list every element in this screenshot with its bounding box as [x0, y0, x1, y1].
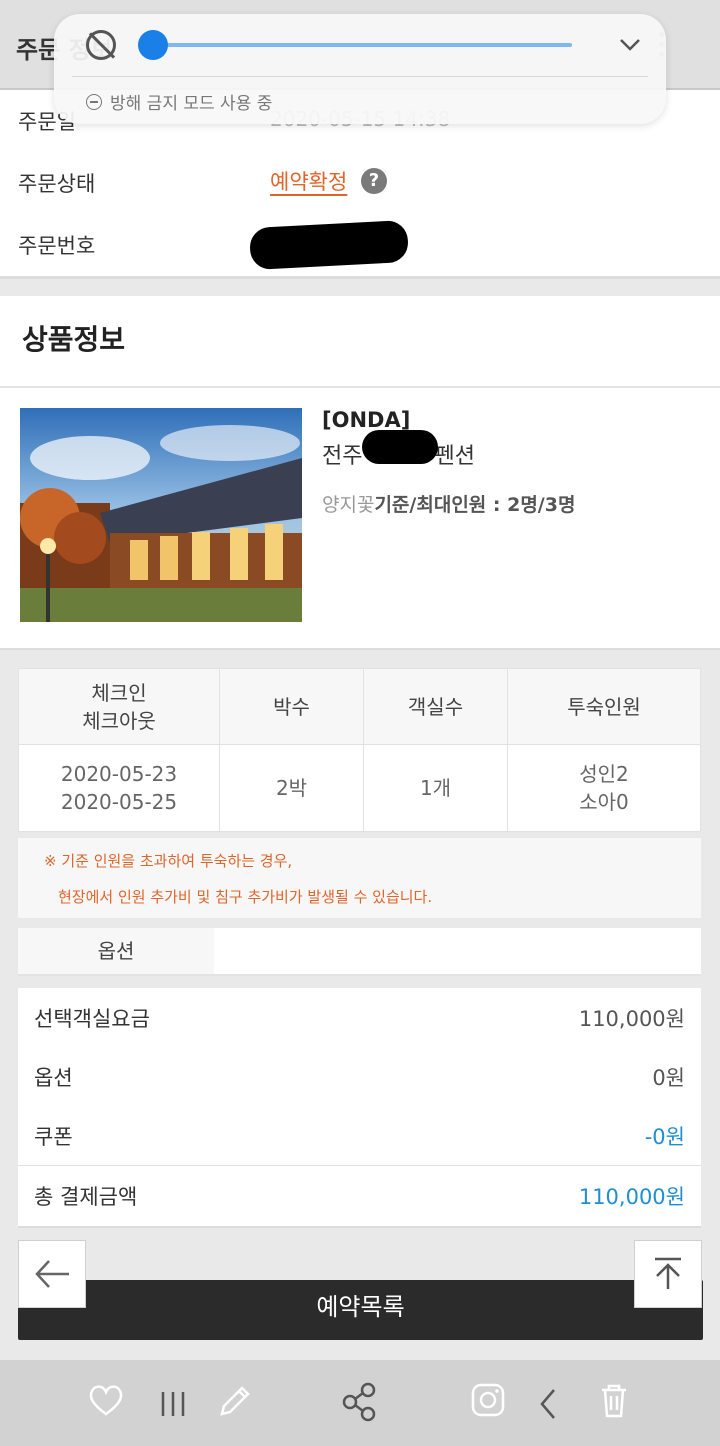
coupon-value: -0원: [644, 1125, 685, 1149]
option-price-label: 옵션: [34, 1066, 73, 1090]
arrow-left-icon: [35, 1260, 69, 1288]
reservation-list-button[interactable]: 예약목록: [18, 1280, 703, 1340]
instagram-icon[interactable]: [468, 1378, 508, 1422]
checkin-date: 2020-05-23: [60, 762, 178, 786]
table-row: 2020-05-23 2020-05-25 2박 1개 성인2 소아0: [18, 744, 701, 832]
share-icon[interactable]: [338, 1378, 382, 1422]
edit-pencil-icon[interactable]: [214, 1378, 254, 1422]
volume-slider-thumb[interactable]: [138, 30, 168, 60]
redaction-mark: [249, 219, 409, 271]
total-value: 110,000원: [578, 1185, 685, 1209]
product-name-suffix: 펜션: [434, 444, 475, 469]
product-section-title: 상품정보: [22, 323, 126, 356]
order-number-label: 주문번호: [18, 234, 96, 258]
table-header-checkin: 체크인 체크아웃: [18, 668, 220, 745]
dnd-divider: [72, 76, 648, 77]
rooms-cell: 1개: [363, 744, 508, 832]
reservation-list-label: 예약목록: [316, 1293, 405, 1321]
header-guests: 투숙인원: [507, 668, 701, 745]
back-button[interactable]: [18, 1240, 86, 1308]
coupon-label: 쿠폰: [34, 1125, 73, 1149]
chevron-down-icon[interactable]: [618, 32, 642, 62]
notice-line-1: ※ 기준 인원을 초과하여 투숙하는 경우,: [44, 852, 293, 870]
total-divider: [18, 1165, 701, 1166]
dnd-minus-icon: [86, 94, 102, 110]
redaction-mark: [362, 430, 438, 464]
heart-icon[interactable]: [86, 1378, 126, 1422]
children-count: 소아0: [579, 790, 629, 814]
order-status-label: 주문상태: [18, 172, 96, 196]
dnd-icon[interactable]: [86, 30, 116, 60]
guests-cell: 성인2 소아0: [507, 744, 701, 832]
help-icon[interactable]: ?: [361, 168, 387, 194]
dates-cell: 2020-05-23 2020-05-25: [18, 744, 220, 832]
bottom-toolbar: [0, 1360, 720, 1446]
arrow-up-icon: [655, 1257, 681, 1289]
product-card[interactable]: [ONDA] 전주 펜션 양지꽃기준/최대인원 : 2명/3명: [0, 388, 720, 650]
order-status-link[interactable]: 예약확정: [270, 166, 347, 196]
recent-apps-icon[interactable]: [156, 1378, 190, 1422]
room-price-label: 선택객실요금: [34, 1007, 150, 1031]
notice-line-2: 현장에서 인원 추가비 및 침구 추가비가 발생될 수 있습니다.: [58, 888, 433, 906]
option-row: 옵션: [18, 928, 701, 976]
booking-table: 체크인 체크아웃 박수 객실수 투숙인원 2020-05-23 2020-05-…: [18, 668, 701, 832]
scroll-top-button[interactable]: [634, 1240, 702, 1308]
back-chevron-icon[interactable]: [532, 1378, 564, 1422]
adults-count: 성인2: [579, 762, 629, 786]
header-checkin: 체크인: [91, 680, 147, 705]
header-checkout: 체크아웃: [82, 708, 156, 733]
product-info-header: 상품정보: [0, 296, 720, 388]
product-name-prefix: 전주: [322, 444, 363, 469]
product-brand: [ONDA]: [322, 408, 411, 432]
product-photo: [20, 408, 302, 622]
nights-cell: 2박: [219, 744, 364, 832]
header-nights: 박수: [219, 668, 364, 745]
notice-box: ※ 기준 인원을 초과하여 투숙하는 경우, 현장에서 인원 추가비 및 침구 …: [18, 838, 701, 918]
checkout-date: 2020-05-25: [60, 790, 178, 814]
volume-slider-track[interactable]: [152, 43, 572, 47]
option-price-value: 0원: [652, 1066, 685, 1090]
price-summary: 선택객실요금 110,000원 옵션 0원 쿠폰 -0원 총 결제금액 110,…: [18, 988, 701, 1228]
room-info: 양지꽃기준/최대인원 : 2명/3명: [322, 490, 575, 517]
total-label: 총 결제금액: [34, 1185, 138, 1209]
room-price-value: 110,000원: [578, 1007, 685, 1031]
trash-icon[interactable]: [596, 1378, 632, 1422]
dnd-status-text: 방해 금지 모드 사용 중: [86, 89, 272, 114]
option-label: 옵션: [18, 928, 214, 974]
room-capacity: 기준/최대인원 : 2명/3명: [374, 494, 576, 516]
header-rooms: 객실수: [363, 668, 508, 745]
dnd-status-label: 방해 금지 모드 사용 중: [110, 94, 273, 114]
room-type: 양지꽃: [322, 494, 375, 516]
